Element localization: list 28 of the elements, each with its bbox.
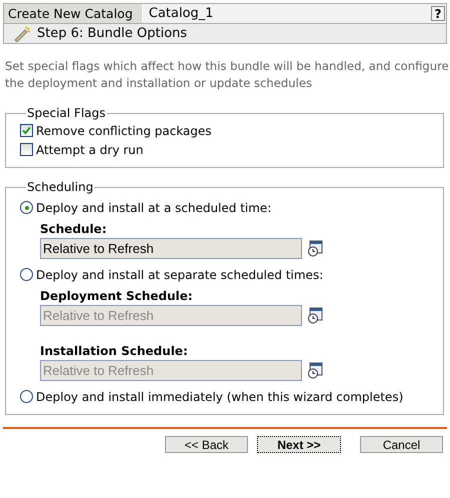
radio-label: Deploy and install at a scheduled time: [36, 200, 272, 214]
checkbox[interactable] [20, 143, 33, 156]
radio-button[interactable] [20, 201, 33, 214]
group-legend: Scheduling [26, 180, 94, 194]
radio-label: Deploy and install immediately (when this wizard completes) [36, 390, 404, 404]
schedule-label: Deployment Schedule: [40, 288, 194, 305]
radio-label: Deploy and install at separate scheduled times: [36, 268, 324, 282]
calendar-clock-icon[interactable] [307, 307, 323, 324]
schedule-label: Schedule: [40, 221, 108, 238]
schedule-field[interactable]: Relative to Refresh [40, 238, 302, 259]
wizard-button[interactable]: Cancel [360, 436, 443, 453]
wizard-button[interactable]: << Back [165, 436, 248, 453]
help-button[interactable]: ? [431, 6, 445, 21]
wizard-title: Create New Catalog [4, 4, 143, 23]
wand-icon [13, 26, 31, 42]
catalog-name: Catalog_1 [148, 6, 214, 21]
radio-button[interactable] [20, 390, 33, 403]
description-text: Set special flags which affect how this bundle will be handled, and configure the deployment and installation or update schedules [5, 58, 450, 92]
radio-button[interactable] [20, 268, 33, 281]
calendar-clock-icon[interactable] [307, 362, 323, 379]
checkbox[interactable] [20, 124, 33, 137]
schedule-label: Installation Schedule: [40, 343, 189, 360]
checkbox-label: Remove conflicting packages [36, 124, 212, 138]
group-legend: Special Flags [26, 106, 107, 120]
checkbox-label: Attempt a dry run [36, 142, 144, 156]
step-title: Step 6: Bundle Options [37, 26, 188, 41]
wizard-button[interactable]: Next >> [257, 436, 341, 453]
calendar-clock-icon[interactable] [307, 240, 323, 257]
